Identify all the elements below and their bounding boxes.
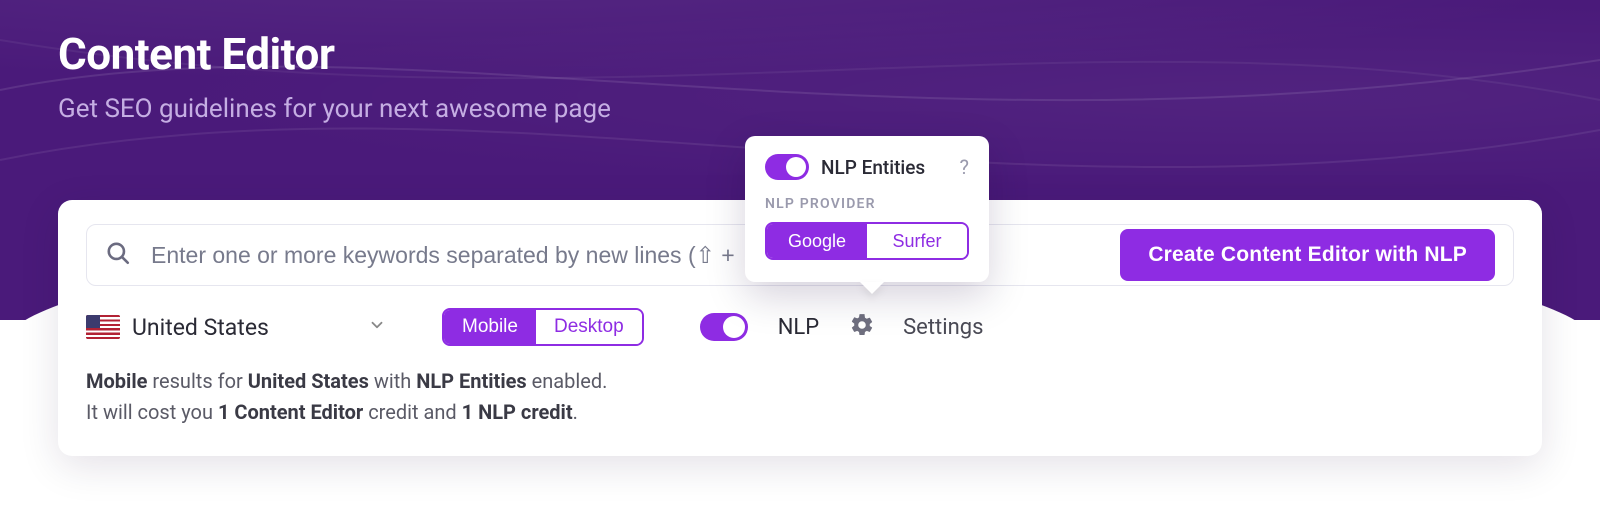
info-line-1: Mobile results for United States with NL… xyxy=(86,366,1514,397)
gear-icon[interactable] xyxy=(849,312,875,342)
create-content-editor-button[interactable]: Create Content Editor with NLP xyxy=(1120,229,1495,281)
help-icon[interactable]: ? xyxy=(960,155,969,179)
info-text: Mobile results for United States with NL… xyxy=(86,366,1514,428)
page-subtitle: Get SEO guidelines for your next awesome… xyxy=(58,94,611,124)
nlp-provider-section-label: NLP PROVIDER xyxy=(765,196,969,212)
flag-us-icon xyxy=(86,315,120,339)
page-title: Content Editor xyxy=(58,28,334,80)
nlp-toggle[interactable] xyxy=(700,313,748,341)
nlp-provider-segmented: Google Surfer xyxy=(765,222,969,260)
device-mobile-button[interactable]: Mobile xyxy=(444,310,536,344)
device-desktop-button[interactable]: Desktop xyxy=(536,310,642,344)
nlp-settings-popover: NLP Entities ? NLP PROVIDER Google Surfe… xyxy=(745,136,989,282)
nlp-toggle-label: NLP xyxy=(778,315,819,340)
country-label: United States xyxy=(132,314,269,341)
info-nlp-credit: 1 NLP credit xyxy=(462,400,573,424)
chevron-down-icon xyxy=(368,316,386,338)
nlp-entities-toggle[interactable] xyxy=(765,154,809,180)
info-device: Mobile xyxy=(86,369,147,393)
controls-row: United States Mobile Desktop NLP Setting… xyxy=(86,308,1514,346)
country-selector[interactable]: United States xyxy=(86,314,386,341)
info-country: United States xyxy=(248,369,369,393)
device-segmented: Mobile Desktop xyxy=(442,308,644,346)
info-line-2: It will cost you 1 Content Editor credit… xyxy=(86,397,1514,428)
provider-surfer-button[interactable]: Surfer xyxy=(867,224,967,258)
nlp-entities-label: NLP Entities xyxy=(821,156,948,179)
search-icon xyxy=(105,240,131,270)
info-nlp: NLP Entities xyxy=(416,369,526,393)
info-ce-credit: 1 Content Editor xyxy=(218,400,363,424)
settings-label: Settings xyxy=(903,315,983,340)
provider-google-button[interactable]: Google xyxy=(767,224,867,258)
